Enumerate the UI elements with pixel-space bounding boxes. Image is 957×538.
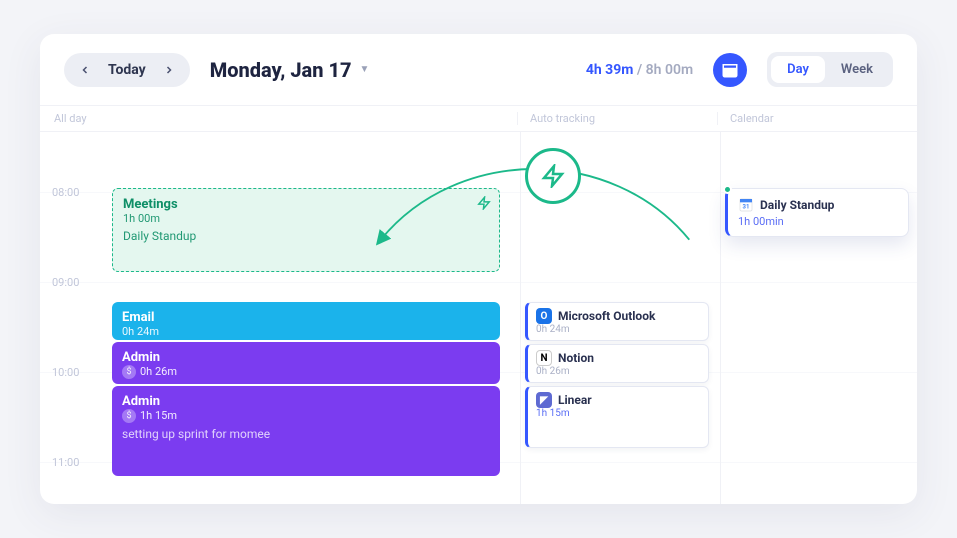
today-button[interactable]: Today [108,62,146,78]
bolt-icon [477,195,491,214]
current-date-label: Monday, Jan 17 [210,58,352,82]
date-picker[interactable]: Monday, Jan 17 ▼ [210,58,370,82]
view-toggle: Day Week [767,52,893,87]
header-bar: Today Monday, Jan 17 ▼ 4h 39m / 8h 00m 3… [40,34,917,105]
event-admin-2[interactable]: Admin $1h 15m setting up sprint for mome… [112,386,500,476]
next-day-button[interactable] [158,59,180,81]
main-lane: Meetings 1h 00m Daily Standup Email 0h 2… [112,132,512,504]
column-headers: All day Auto tracking Calendar [40,106,917,132]
event-meetings[interactable]: Meetings 1h 00m Daily Standup [112,188,500,272]
app-duration: 1h 15m [536,408,700,419]
prev-day-button[interactable] [74,59,96,81]
app-linear[interactable]: ◤ Linear 1h 15m [525,386,709,448]
calendar-label: Calendar [717,112,917,125]
coin-icon: $ [122,365,136,379]
event-title: Meetings [123,197,489,212]
chevron-down-icon: ▼ [360,64,370,75]
calendar-app-window: Today Monday, Jan 17 ▼ 4h 39m / 8h 00m 3… [40,34,917,504]
event-subtitle: Daily Standup [123,229,489,243]
hour-label: 10:00 [52,366,79,379]
svg-text:31: 31 [726,67,734,75]
event-duration: 0h 24m [122,325,490,338]
calendar-lane: 31 Daily Standup 1h 00min [720,132,915,504]
timeline: All day Auto tracking Calendar 08:00 09:… [40,105,917,504]
calendar-event-duration: 1h 00min [738,215,898,228]
notion-icon: N [536,350,552,366]
google-calendar-icon: 31 [738,197,754,213]
auto-tracking-label: Auto tracking [517,112,717,125]
view-week-button[interactable]: Week [825,56,889,83]
event-duration: $0h 26m [122,365,490,379]
hour-label: 08:00 [52,186,79,199]
tracked-time: 4h 39m [586,62,634,78]
total-time: 8h 00m [646,62,693,78]
event-duration: 1h 00m [123,212,489,225]
view-day-button[interactable]: Day [771,56,825,83]
event-admin-1[interactable]: Admin $0h 26m [112,342,500,384]
app-name: Microsoft Outlook [558,309,655,323]
app-name: Notion [558,351,594,365]
calendar-event-daily-standup[interactable]: 31 Daily Standup 1h 00min [725,188,909,237]
calendar-event-title: Daily Standup [760,198,834,212]
auto-tracking-lane: O Microsoft Outlook 0h 24m N Notion 0h 26m… [520,132,715,504]
app-notion[interactable]: N Notion 0h 26m [525,344,709,383]
time-summary: 4h 39m / 8h 00m [586,62,693,78]
svg-text:31: 31 [743,203,750,210]
hour-label: 11:00 [52,456,79,469]
app-duration: 0h 24m [536,324,700,335]
event-duration: $1h 15m [122,409,490,423]
event-subtitle: setting up sprint for momee [122,427,490,441]
calendar-icon-button[interactable]: 31 [713,53,747,87]
date-nav-pill: Today [64,53,190,87]
sync-dot-icon [723,185,732,194]
hour-label: 09:00 [52,276,79,289]
coin-icon: $ [122,409,136,423]
event-title: Email [122,310,490,325]
linear-icon: ◤ [536,392,552,408]
outlook-icon: O [536,308,552,324]
event-title: Admin [122,394,490,409]
event-email[interactable]: Email 0h 24m [112,302,500,340]
app-outlook[interactable]: O Microsoft Outlook 0h 24m [525,302,709,341]
event-title: Admin [122,350,490,365]
timeline-grid[interactable]: 08:00 09:00 10:00 11:00 Meetings 1h 00m … [40,132,917,504]
app-name: Linear [558,393,592,407]
app-duration: 0h 26m [536,366,700,377]
allday-label: All day [40,112,102,125]
